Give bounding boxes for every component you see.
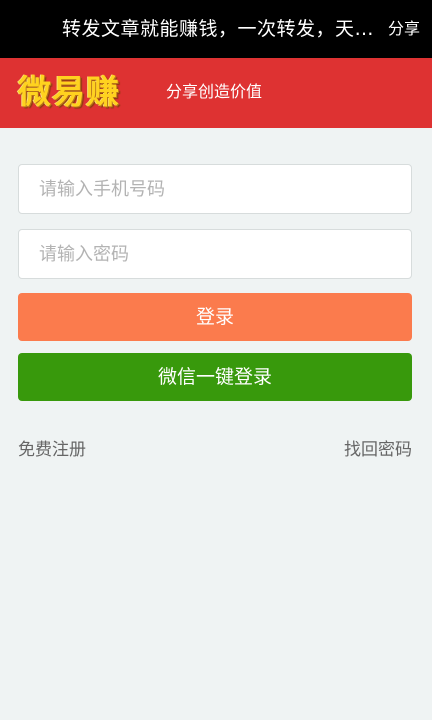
login-button[interactable]: 登录 [18,293,412,341]
brand-bar: 微易赚 分享创造价值 [0,58,432,128]
top-bar-title: 转发文章就能赚钱，一次转发，天天赚钱 [62,18,374,40]
password-field[interactable] [18,229,412,279]
brand-logo: 微易赚 [18,72,120,111]
wechat-login-button[interactable]: 微信一键登录 [18,353,412,401]
phone-field[interactable] [18,164,412,214]
phone-input[interactable] [19,165,411,213]
recover-password-link[interactable]: 找回密码 [344,438,412,462]
register-link[interactable]: 免费注册 [18,438,86,462]
top-bar: 转发文章就能赚钱，一次转发，天天赚钱 分享 [0,0,432,58]
password-input[interactable] [19,230,411,278]
brand-slogan: 分享创造价值 [166,82,263,101]
share-button[interactable]: 分享 [388,17,420,41]
